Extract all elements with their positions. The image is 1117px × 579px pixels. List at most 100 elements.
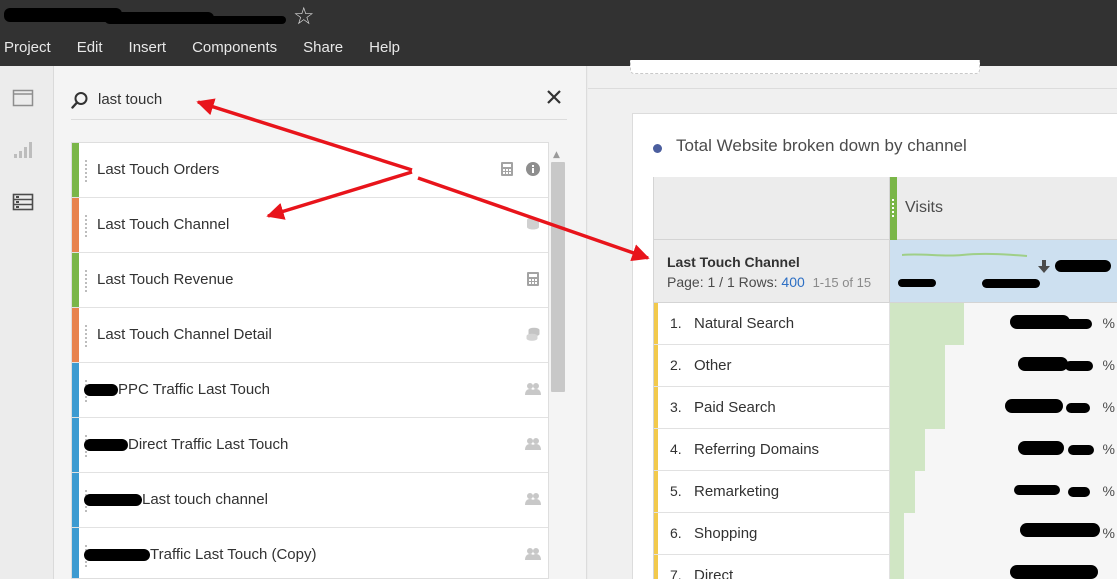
workspace-canvas: Total Website broken down by channel Vis… bbox=[588, 60, 1117, 579]
drag-handle[interactable] bbox=[85, 325, 88, 347]
menu-help[interactable]: Help bbox=[369, 38, 400, 58]
metric-bar-fill bbox=[890, 429, 925, 471]
redacted-text bbox=[84, 439, 128, 452]
metric-percent: % bbox=[1102, 315, 1115, 331]
scroll-up-icon[interactable]: ▲ bbox=[553, 150, 560, 160]
table-row[interactable]: 2. Other% bbox=[654, 345, 1117, 387]
table-row[interactable]: 1. Natural Search% bbox=[654, 303, 1117, 345]
metric-cell[interactable]: % bbox=[889, 471, 1117, 513]
metric-cell[interactable]: % bbox=[889, 513, 1117, 555]
rows-per-page-link[interactable]: 400 bbox=[781, 274, 804, 290]
components-icon[interactable] bbox=[12, 192, 34, 212]
drop-zone-placeholder[interactable] bbox=[630, 60, 980, 74]
component-search-input[interactable] bbox=[98, 87, 538, 111]
component-label: Traffic Last Touch (Copy) bbox=[84, 546, 316, 563]
drag-handle[interactable] bbox=[85, 160, 88, 182]
freeform-table-panel: Total Website broken down by channel Vis… bbox=[632, 113, 1117, 579]
table-row[interactable]: 5. Remarketing% bbox=[654, 471, 1117, 513]
menu-insert[interactable]: Insert bbox=[129, 38, 167, 58]
drag-handle[interactable] bbox=[85, 215, 88, 237]
component-label-text: Direct Traffic Last Touch bbox=[128, 436, 289, 453]
table-row[interactable]: 6. Shopping% bbox=[654, 513, 1117, 555]
component-label: Last Touch Orders bbox=[97, 161, 219, 178]
row-rank: 6. bbox=[670, 525, 682, 541]
component-item[interactable]: Direct Traffic Last Touch bbox=[72, 418, 548, 473]
table-row[interactable]: 4. Referring Domains% bbox=[654, 429, 1117, 471]
dimension-header-row: Last Touch Channel Page: 1 / 1 Rows: 400… bbox=[654, 240, 889, 303]
menu-project[interactable]: Project bbox=[4, 38, 51, 58]
app-header: ☆ Project Edit Insert Components Share H… bbox=[0, 0, 1117, 66]
metric-drag-handle[interactable] bbox=[892, 199, 895, 217]
drag-handle[interactable] bbox=[85, 270, 88, 292]
row-dimension-item[interactable]: Natural Search bbox=[694, 315, 794, 332]
component-item[interactable]: PPC Traffic Last Touch bbox=[72, 363, 548, 418]
visualization-title[interactable]: Total Website broken down by channel bbox=[676, 136, 967, 156]
component-item[interactable]: Last Touch Orders bbox=[72, 143, 548, 198]
component-item[interactable]: Last Touch Revenue bbox=[72, 253, 548, 308]
page-value[interactable]: 1 / 1 bbox=[707, 274, 734, 290]
row-dimension-item[interactable]: Paid Search bbox=[694, 399, 776, 416]
row-dimension-bar bbox=[654, 387, 658, 428]
dimension-icon bbox=[525, 216, 541, 232]
row-dimension-item[interactable]: Referring Domains bbox=[694, 441, 819, 458]
row-dimension-item[interactable]: Remarketing bbox=[694, 483, 779, 500]
row-dimension-bar bbox=[654, 429, 658, 470]
component-item[interactable]: Last touch channel bbox=[72, 473, 548, 528]
metric-cell[interactable] bbox=[889, 555, 1117, 579]
component-label-text: Last Touch Orders bbox=[97, 161, 220, 178]
panel-icon[interactable] bbox=[12, 88, 34, 108]
redacted-total bbox=[1055, 260, 1111, 272]
metric-summary-cell bbox=[889, 240, 1117, 303]
redacted-value bbox=[1014, 485, 1060, 495]
metric-cell[interactable]: % bbox=[889, 387, 1117, 429]
component-item[interactable]: Last Touch Channel Detail bbox=[72, 308, 548, 363]
visualizations-icon[interactable] bbox=[12, 140, 34, 160]
component-item[interactable]: Traffic Last Touch (Copy) bbox=[72, 528, 548, 578]
row-dimension-item[interactable]: Shopping bbox=[694, 525, 757, 542]
row-dimension-item[interactable]: Direct bbox=[694, 567, 733, 579]
metric-cell[interactable]: % bbox=[889, 303, 1117, 345]
row-range: 1-15 of 15 bbox=[812, 275, 872, 290]
info-icon[interactable] bbox=[525, 161, 541, 177]
component-label: Last Touch Channel bbox=[97, 216, 229, 233]
table-row[interactable]: 3. Paid Search% bbox=[654, 387, 1117, 429]
component-item[interactable]: Last Touch Channel bbox=[72, 198, 548, 253]
menu-share[interactable]: Share bbox=[303, 38, 343, 58]
clear-search-icon[interactable] bbox=[544, 87, 564, 107]
row-dimension-item[interactable]: Other bbox=[694, 357, 732, 374]
component-type-color-bar bbox=[72, 253, 79, 307]
component-label-text: Last touch channel bbox=[142, 491, 268, 508]
menu-bar: Project Edit Insert Components Share Hel… bbox=[0, 38, 400, 58]
metric-cell[interactable]: % bbox=[889, 429, 1117, 471]
redacted-value bbox=[1065, 361, 1093, 371]
dimension-header-cell bbox=[654, 177, 889, 240]
component-label: Direct Traffic Last Touch bbox=[84, 436, 288, 453]
component-list: Last Touch Orders Last Touch Channel Last … bbox=[71, 142, 549, 579]
segment-icon bbox=[525, 436, 541, 452]
metric-header-visits[interactable]: Visits bbox=[889, 177, 1117, 240]
metric-cell[interactable]: % bbox=[889, 345, 1117, 387]
search-icon bbox=[71, 92, 88, 109]
canvas-divider bbox=[588, 88, 1117, 89]
redacted-text bbox=[84, 549, 150, 562]
menu-edit[interactable]: Edit bbox=[77, 38, 103, 58]
menu-components[interactable]: Components bbox=[192, 38, 277, 58]
row-dimension-bar bbox=[654, 303, 658, 344]
sparkline bbox=[902, 252, 1028, 257]
favorite-star-icon[interactable]: ☆ bbox=[293, 2, 315, 30]
component-label-text: PPC Traffic Last Touch bbox=[118, 381, 271, 398]
redacted-text bbox=[84, 494, 142, 507]
scroll-thumb[interactable] bbox=[551, 162, 565, 392]
dimension-stack-icon bbox=[525, 326, 541, 342]
segment-icon bbox=[525, 491, 541, 507]
component-label-text: Last Touch Channel Detail bbox=[97, 326, 272, 343]
component-label-text: Last Touch Revenue bbox=[97, 271, 234, 288]
row-rank: 5. bbox=[670, 483, 682, 499]
dimension-name[interactable]: Last Touch Channel bbox=[667, 254, 800, 270]
component-list-scrollbar[interactable]: ▲ bbox=[549, 142, 567, 579]
sort-descending-icon[interactable] bbox=[1038, 260, 1050, 274]
component-type-color-bar bbox=[72, 363, 79, 417]
table-row[interactable]: 7. Direct bbox=[654, 555, 1117, 579]
project-title-redacted bbox=[4, 6, 286, 24]
metric-percent: % bbox=[1102, 525, 1115, 541]
